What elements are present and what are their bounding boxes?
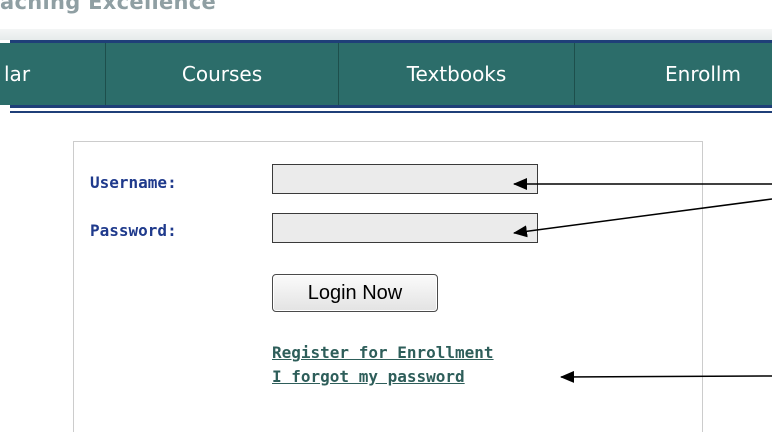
annotation-arrow-password [513, 198, 772, 238]
annotation-arrow-forgot [560, 370, 772, 383]
annotation-arrows [513, 178, 772, 383]
